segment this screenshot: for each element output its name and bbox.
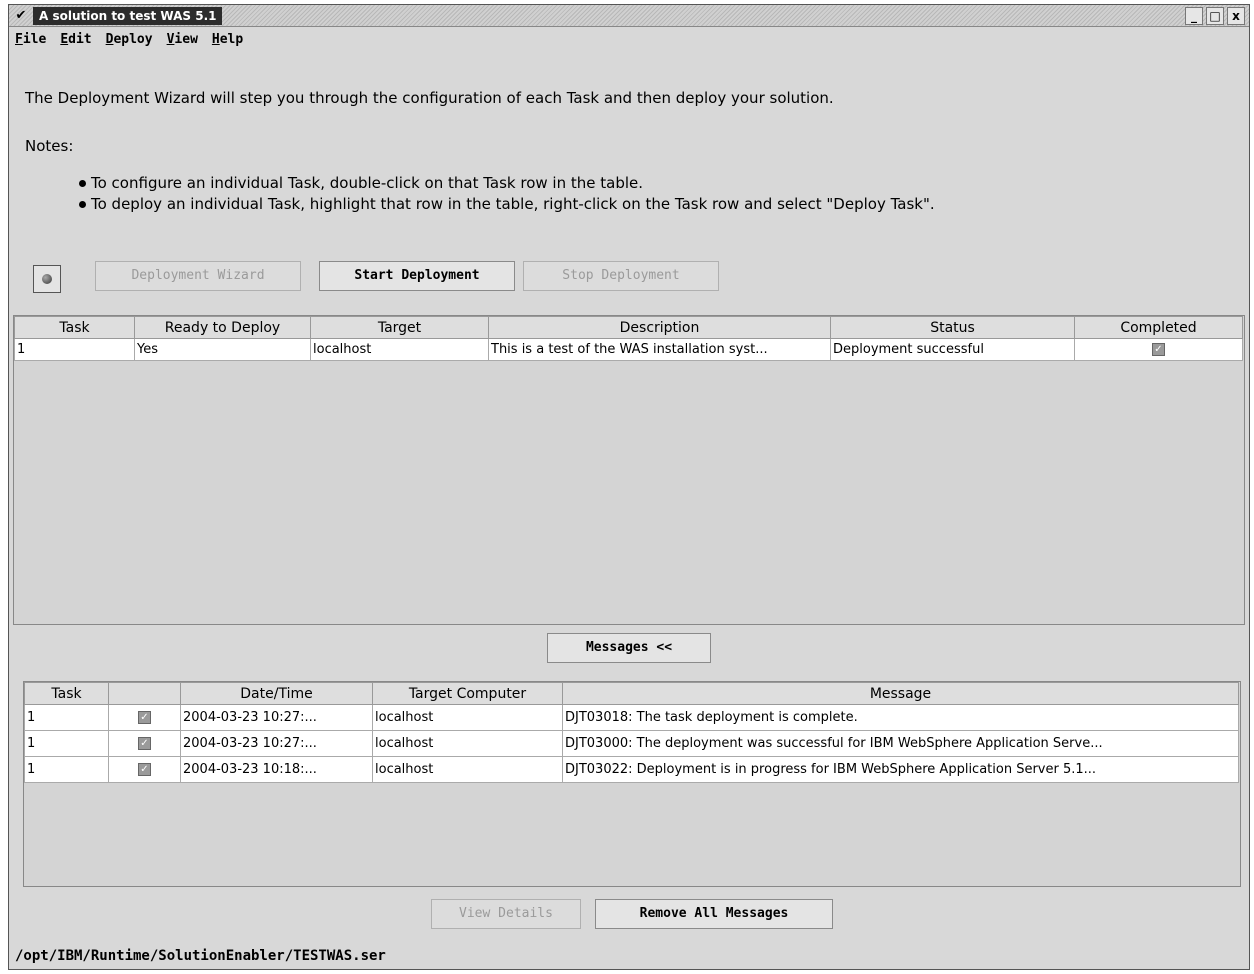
cell-completed[interactable]: ✓ [1074, 338, 1243, 361]
notes-label: Notes: [25, 137, 74, 155]
close-button[interactable]: x [1227, 7, 1245, 25]
messages-table-area: Task Date/Time Target Computer Message 1… [23, 681, 1241, 887]
column-header-task[interactable]: Task [14, 316, 135, 339]
cell-status[interactable]: Deployment successful [830, 338, 1075, 361]
cell-ready[interactable]: Yes [134, 338, 311, 361]
notes-list: To configure an individual Task, double-… [79, 173, 935, 215]
maximize-button[interactable]: □ [1206, 7, 1224, 25]
cell-task[interactable]: 1 [24, 756, 109, 783]
column-header-message[interactable]: Message [562, 682, 1239, 705]
column-header-description[interactable]: Description [488, 316, 831, 339]
checkbox-checked-icon: ✓ [138, 711, 151, 724]
note-item: To configure an individual Task, double-… [79, 173, 935, 194]
menu-help[interactable]: Help [212, 29, 243, 51]
title-bar: ✔ A solution to test WAS 5.1 _ □ x [9, 5, 1249, 27]
cell-target[interactable]: localhost [372, 756, 563, 783]
column-header-completed[interactable]: Completed [1074, 316, 1243, 339]
view-details-button[interactable]: View Details [431, 899, 581, 929]
cell-task[interactable]: 1 [24, 704, 109, 731]
messages-toggle-button[interactable]: Messages << [547, 633, 711, 663]
minimize-button[interactable]: _ [1185, 7, 1203, 25]
bullet-icon [79, 180, 86, 187]
cell-task[interactable]: 1 [14, 338, 135, 361]
table-row[interactable]: 1 ✓ 2004-03-23 10:27:... localhost DJT03… [24, 730, 1239, 757]
cell-message[interactable]: DJT03018: The task deployment is complet… [562, 704, 1239, 731]
cell-datetime[interactable]: 2004-03-23 10:27:... [180, 704, 373, 731]
menu-file[interactable]: File [15, 29, 46, 51]
cell-message[interactable]: DJT03000: The deployment was successful … [562, 730, 1239, 757]
status-indicator-button[interactable] [33, 265, 61, 293]
remove-all-messages-button[interactable]: Remove All Messages [595, 899, 833, 929]
menu-edit[interactable]: Edit [60, 29, 91, 51]
table-row[interactable]: 1 ✓ 2004-03-23 10:18:... localhost DJT03… [24, 756, 1239, 783]
tasks-table: Task Ready to Deploy Target Description … [14, 316, 1243, 361]
checkbox-checked-icon: ✓ [138, 737, 151, 750]
column-header-status-icon[interactable] [108, 682, 181, 705]
stop-deployment-button[interactable]: Stop Deployment [523, 261, 719, 291]
checkbox-checked-icon: ✓ [138, 763, 151, 776]
cell-ok[interactable]: ✓ [108, 756, 181, 783]
table-row[interactable]: 1 ✓ 2004-03-23 10:27:... localhost DJT03… [24, 704, 1239, 731]
bullet-icon [79, 201, 86, 208]
status-led-icon [42, 274, 52, 284]
cell-target[interactable]: localhost [372, 730, 563, 757]
messages-table: Task Date/Time Target Computer Message 1… [24, 682, 1239, 783]
status-bar-path: /opt/IBM/Runtime/SolutionEnabler/TESTWAS… [15, 948, 386, 964]
menu-bar: File Edit Deploy View Help [15, 29, 243, 51]
tasks-table-area: Task Ready to Deploy Target Description … [13, 315, 1245, 625]
table-row[interactable]: 1 Yes localhost This is a test of the WA… [14, 338, 1243, 361]
cell-target[interactable]: localhost [372, 704, 563, 731]
window-menu-icon[interactable]: ✔ [13, 8, 29, 24]
cell-datetime[interactable]: 2004-03-23 10:18:... [180, 756, 373, 783]
column-header-ready[interactable]: Ready to Deploy [134, 316, 311, 339]
menu-view[interactable]: View [167, 29, 198, 51]
note-item: To deploy an individual Task, highlight … [79, 194, 935, 215]
column-header-datetime[interactable]: Date/Time [180, 682, 373, 705]
cell-description[interactable]: This is a test of the WAS installation s… [488, 338, 831, 361]
cell-ok[interactable]: ✓ [108, 730, 181, 757]
column-header-task[interactable]: Task [24, 682, 109, 705]
checkbox-checked-icon: ✓ [1152, 343, 1165, 356]
window-title: A solution to test WAS 5.1 [33, 7, 223, 25]
intro-text: The Deployment Wizard will step you thro… [25, 89, 834, 107]
cell-ok[interactable]: ✓ [108, 704, 181, 731]
start-deployment-button[interactable]: Start Deployment [319, 261, 515, 291]
menu-deploy[interactable]: Deploy [106, 29, 153, 51]
deployment-wizard-button[interactable]: Deployment Wizard [95, 261, 301, 291]
column-header-target[interactable]: Target [310, 316, 489, 339]
app-window: ✔ A solution to test WAS 5.1 _ □ x File … [8, 4, 1250, 970]
column-header-target-computer[interactable]: Target Computer [372, 682, 563, 705]
column-header-status[interactable]: Status [830, 316, 1075, 339]
cell-datetime[interactable]: 2004-03-23 10:27:... [180, 730, 373, 757]
cell-task[interactable]: 1 [24, 730, 109, 757]
cell-target[interactable]: localhost [310, 338, 489, 361]
cell-message[interactable]: DJT03022: Deployment is in progress for … [562, 756, 1239, 783]
